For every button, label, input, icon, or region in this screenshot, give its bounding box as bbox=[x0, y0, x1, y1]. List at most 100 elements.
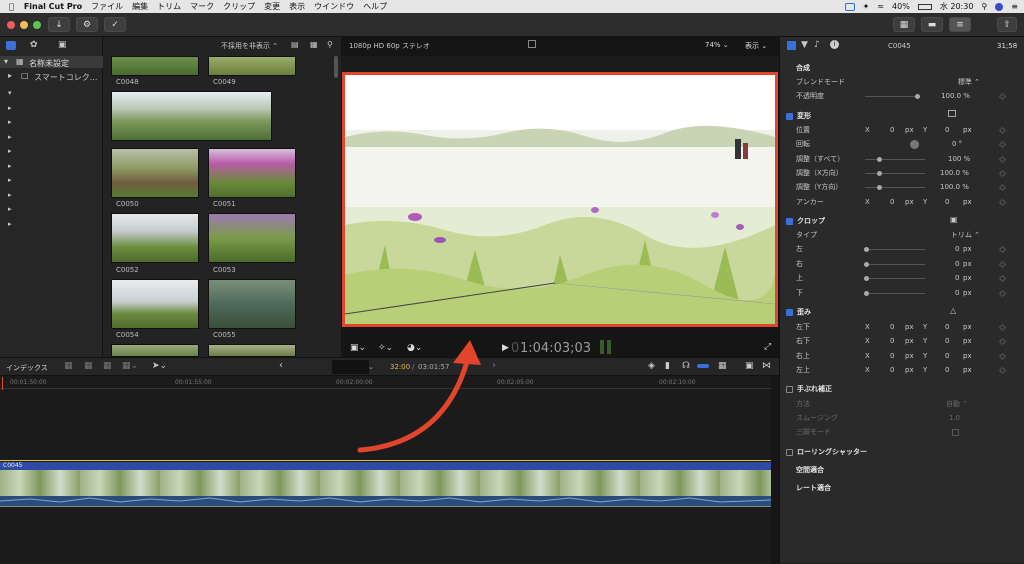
back-arrow-icon[interactable]: ‹ bbox=[279, 360, 283, 371]
crop-overlay-icon[interactable]: ▣ bbox=[950, 215, 958, 224]
scale-all-value[interactable]: 100 % bbox=[948, 155, 970, 163]
distort-tr-y[interactable]: 0 bbox=[945, 352, 949, 360]
insert-icon[interactable]: ▦ bbox=[84, 361, 93, 371]
disclosure-icon[interactable]: ▸ bbox=[8, 71, 12, 80]
checkbox-checked[interactable] bbox=[786, 308, 793, 316]
tripod-checkbox[interactable] bbox=[952, 429, 959, 436]
keyframe-icon[interactable] bbox=[998, 289, 1007, 298]
section-spatial-conform[interactable]: 空間適合 bbox=[796, 465, 824, 475]
section-stabilization[interactable]: 手ぶれ補正 bbox=[786, 384, 832, 394]
clip-thumbnail[interactable] bbox=[111, 279, 199, 329]
video-frame[interactable] bbox=[342, 72, 778, 327]
status-icon[interactable] bbox=[844, 2, 855, 11]
scale-y-slider[interactable] bbox=[865, 185, 925, 190]
transitions-browser-icon[interactable]: ⋈ bbox=[762, 361, 771, 371]
view-popup[interactable]: 表示 ⌄ bbox=[745, 41, 767, 51]
event-disclosure-list[interactable]: ▾ ▸ ▸ ▸ ▸ ▸ ▸ ▸ ▸ ▸ bbox=[8, 86, 12, 231]
keyframe-icon[interactable] bbox=[998, 323, 1007, 332]
crop-bottom-value[interactable]: 0 bbox=[955, 289, 959, 297]
index-button[interactable]: インデックス bbox=[6, 363, 48, 373]
clip-thumbnail[interactable] bbox=[111, 344, 199, 357]
distort-tr-x[interactable]: 0 bbox=[890, 352, 894, 360]
wifi-icon[interactable]: ≈ bbox=[877, 2, 884, 11]
clip-thumbnail[interactable] bbox=[208, 344, 296, 357]
fullscreen-icon[interactable]: ⤢ bbox=[764, 342, 771, 352]
keyframe-icon[interactable] bbox=[998, 126, 1007, 135]
photos-icon[interactable]: ✿ bbox=[30, 40, 38, 50]
show-browser-button[interactable]: ▦ bbox=[893, 17, 915, 32]
play-button[interactable]: ▶ bbox=[502, 343, 509, 353]
section-rolling-shutter[interactable]: ローリングシャッター bbox=[786, 447, 867, 457]
clip-thumbnail[interactable] bbox=[111, 148, 199, 198]
list-icon[interactable]: ≡ bbox=[1011, 2, 1018, 11]
section-composite[interactable]: 合成 bbox=[796, 63, 810, 73]
select-tool-icon[interactable]: ➤⌄ bbox=[152, 361, 167, 371]
checkbox-unchecked[interactable] bbox=[786, 385, 793, 393]
minimize-button[interactable] bbox=[20, 21, 28, 29]
smart-collection-row[interactable]: ▸ □ スマートコレク... bbox=[0, 70, 103, 82]
clip-appearance-icon[interactable]: ▤ bbox=[291, 40, 299, 49]
scale-x-slider[interactable] bbox=[865, 171, 925, 176]
search-icon[interactable]: ⚲ bbox=[981, 2, 987, 11]
keyframe-icon[interactable] bbox=[998, 274, 1007, 283]
menu-file[interactable]: ファイル bbox=[91, 1, 123, 12]
timecode-display[interactable]: 1:04:03;03 bbox=[520, 341, 591, 356]
menu-edit[interactable]: 編集 bbox=[132, 1, 148, 12]
video-inspector-icon[interactable] bbox=[787, 41, 796, 50]
keyframe-icon[interactable] bbox=[998, 155, 1007, 164]
distort-br-y[interactable]: 0 bbox=[945, 337, 949, 345]
crop-top-slider[interactable] bbox=[864, 276, 925, 281]
stabilization-method-popup[interactable]: 自動 ⌃ bbox=[946, 399, 968, 409]
clip-thumbnail[interactable] bbox=[111, 56, 199, 76]
checkbox-checked[interactable] bbox=[786, 217, 793, 225]
crop-bottom-slider[interactable] bbox=[864, 291, 925, 296]
show-timeline-button[interactable]: ▬ bbox=[921, 17, 943, 32]
clip-thumbnail[interactable] bbox=[208, 56, 296, 76]
section-crop[interactable]: クロップ bbox=[786, 216, 825, 226]
scale-x-value[interactable]: 100.0 % bbox=[940, 169, 969, 177]
share-button[interactable]: ⇧ bbox=[997, 17, 1017, 32]
siri-icon[interactable] bbox=[995, 2, 1004, 11]
keyframe-icon[interactable] bbox=[998, 198, 1007, 207]
filter-popup[interactable]: 不採用を非表示 ⌃ bbox=[221, 41, 278, 51]
show-inspector-button[interactable]: ≡ bbox=[949, 17, 971, 32]
keyframe-icon[interactable] bbox=[998, 140, 1007, 149]
crop-left-slider[interactable] bbox=[864, 247, 925, 252]
distort-bl-y[interactable]: 0 bbox=[945, 323, 949, 331]
crop-top-value[interactable]: 0 bbox=[955, 274, 959, 282]
distort-br-x[interactable]: 0 bbox=[890, 337, 894, 345]
distort-bl-x[interactable]: 0 bbox=[890, 323, 894, 331]
overwrite-icon[interactable]: ▦⌄ bbox=[122, 361, 138, 371]
anchor-x-value[interactable]: 0 bbox=[890, 198, 894, 206]
crop-left-value[interactable]: 0 bbox=[955, 245, 959, 253]
keyframe-icon[interactable] bbox=[998, 169, 1007, 178]
crop-right-value[interactable]: 0 bbox=[955, 260, 959, 268]
menu-trim[interactable]: トリム bbox=[157, 1, 181, 12]
close-button[interactable] bbox=[7, 21, 15, 29]
bluetooth-icon[interactable]: ✦ bbox=[863, 2, 870, 11]
timeline-clip-filmstrip[interactable] bbox=[0, 470, 771, 496]
rotation-dial[interactable] bbox=[910, 140, 919, 149]
opacity-value[interactable]: 100.0 % bbox=[941, 92, 970, 100]
audio-skim-icon[interactable]: ◈ bbox=[648, 361, 655, 371]
keyframe-icon[interactable] bbox=[998, 245, 1007, 254]
forward-arrow-icon[interactable]: › bbox=[492, 360, 496, 371]
library-row[interactable]: ▾ ▦ 名称未設定 bbox=[0, 56, 103, 68]
checkbox-unchecked[interactable] bbox=[786, 448, 793, 456]
menu-view[interactable]: 表示 bbox=[289, 1, 305, 12]
color-inspector-icon[interactable]: ▼ bbox=[801, 40, 808, 50]
distort-tl-x[interactable]: 0 bbox=[890, 366, 894, 374]
menu-window[interactable]: ウインドウ bbox=[314, 1, 354, 12]
crop-type-popup[interactable]: トリム ⌃ bbox=[951, 230, 980, 240]
search-icon[interactable]: ⚲ bbox=[327, 40, 333, 49]
transform-overlay-icon[interactable] bbox=[948, 110, 956, 117]
background-tasks-button[interactable]: ✓ bbox=[104, 17, 126, 32]
keyword-button[interactable]: ⚙ bbox=[76, 17, 98, 32]
position-x-value[interactable]: 0 bbox=[890, 126, 894, 134]
timeline-scroll-gutter[interactable] bbox=[771, 376, 779, 564]
clip-appearance-icon[interactable]: ▦ bbox=[718, 361, 727, 371]
timeline-clip-audio[interactable] bbox=[0, 496, 772, 506]
scale-y-value[interactable]: 100.0 % bbox=[940, 183, 969, 191]
rotation-value[interactable]: 0 ° bbox=[952, 140, 962, 148]
crop-right-slider[interactable] bbox=[864, 262, 925, 267]
